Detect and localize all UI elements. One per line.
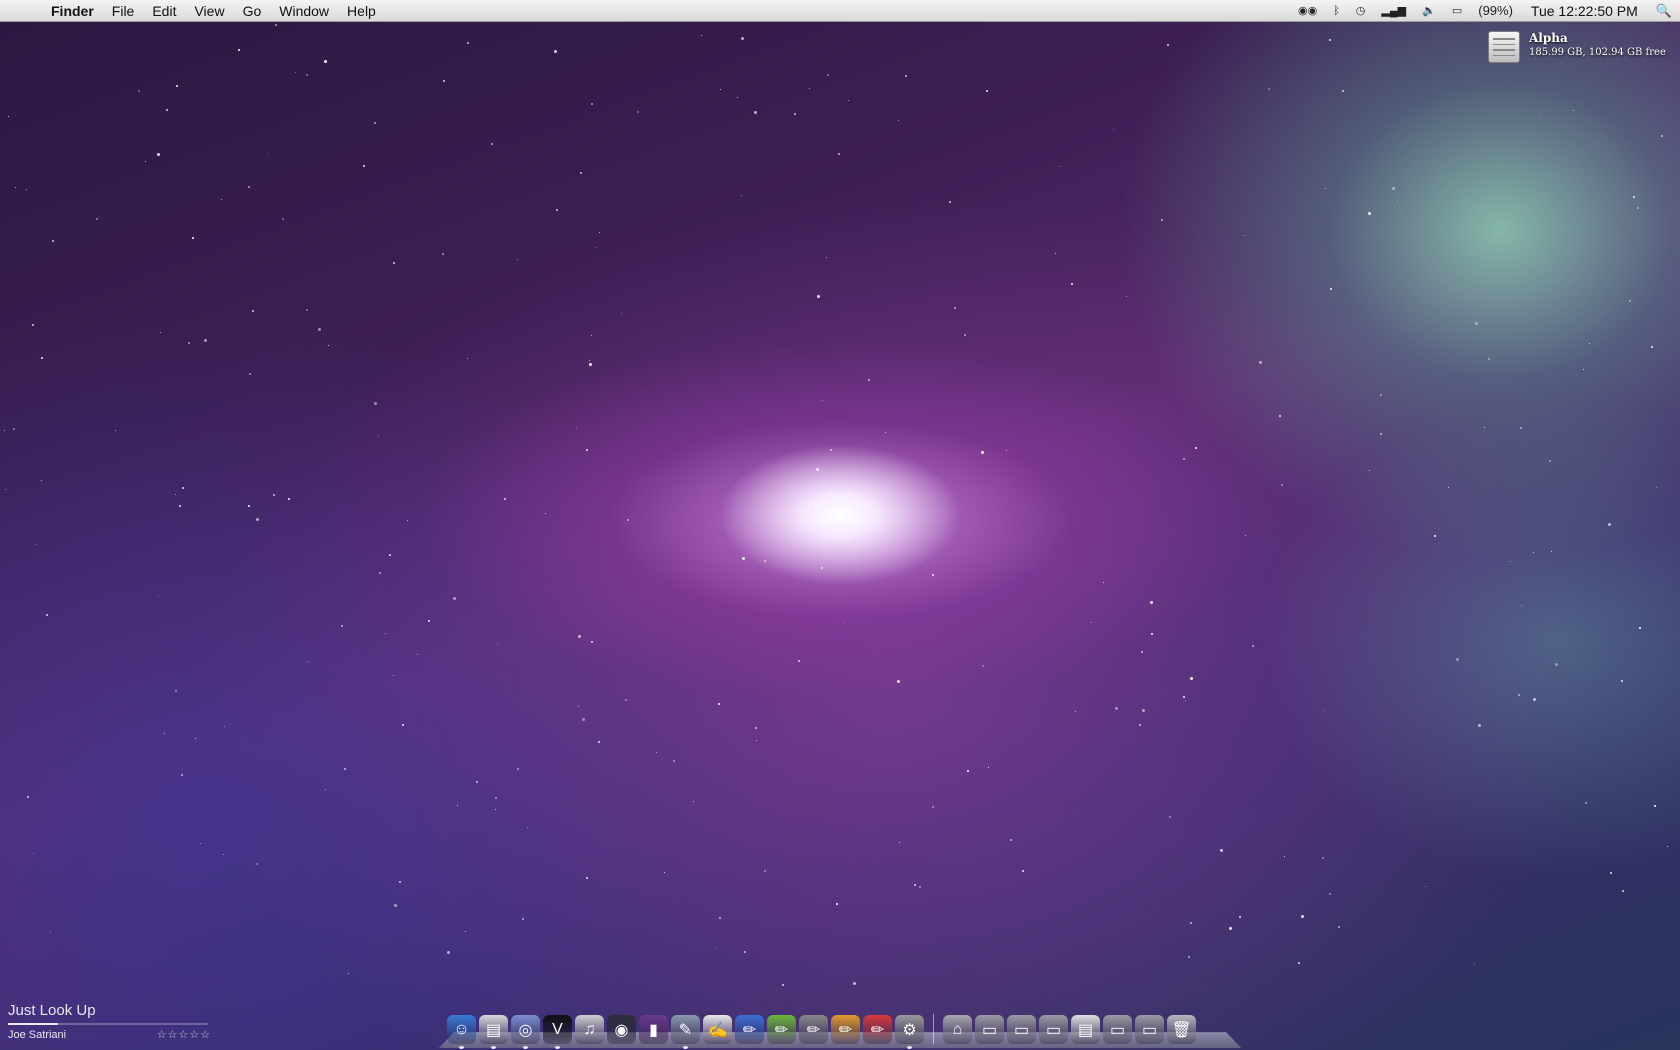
dock-separator <box>933 1014 934 1044</box>
paint-brush-icon[interactable]: ✎ <box>671 1015 700 1049</box>
volume-icon[interactable]: 🔈 <box>1414 0 1444 22</box>
folder-icon[interactable]: ▭ <box>975 1015 1004 1044</box>
now-playing-widget: Just Look Up Joe Satriani ☆☆☆☆☆ <box>8 1002 211 1041</box>
orange-pencil-icon[interactable]: ✏ <box>831 1015 860 1044</box>
bluetooth-icon[interactable]: ᛒ <box>1325 0 1348 22</box>
menu-help[interactable]: Help <box>338 0 385 22</box>
folder-icon[interactable]: ▭ <box>1007 1015 1036 1044</box>
folder-icon[interactable]: ▭ <box>1135 1015 1164 1044</box>
folder-icon[interactable]: ▭ <box>1103 1015 1132 1044</box>
red-pencil-icon[interactable]: ✏ <box>863 1015 892 1044</box>
battery-icon[interactable]: ▭ <box>1444 0 1470 22</box>
gray-pencil-icon[interactable]: ✏ <box>799 1015 828 1044</box>
safari-icon[interactable]: ◎ <box>511 1015 540 1049</box>
artist-name: Joe Satriani <box>8 1028 67 1041</box>
green-pencil-icon[interactable]: ✏ <box>767 1015 796 1044</box>
track-title[interactable]: Just Look Up <box>8 1002 208 1019</box>
battery-percentage[interactable]: (99%) <box>1470 0 1521 22</box>
app-menu-finder[interactable]: Finder <box>42 0 103 22</box>
menu-go[interactable]: Go <box>234 0 271 22</box>
documents-stack-icon[interactable]: ▤ <box>1071 1015 1100 1044</box>
wifi-signal-icon[interactable]: ▂▄▆ <box>1373 0 1414 22</box>
dock: ☺ ▤ ◎ V ♫ ◉ ▮ ✎ ✍ ✏ ✏ ✏ ✏ ✏ ⚙ ⌂ ▭ ▭ ▭ ▤ ▭ ▭ 🗑 <box>439 1004 1241 1049</box>
status-area: ◉◉ ᛒ ◷ ▂▄▆ 🔈 ▭ (99%) Tue 12:22:50 PM 🔍 <box>1290 0 1680 22</box>
desktop: { "menubar": { "apple_icon": "apple-logo… <box>0 0 1680 1050</box>
folder-icon[interactable]: ▭ <box>1039 1015 1068 1044</box>
desktop-disk-alpha[interactable]: Alpha 185.99 GB, 102.94 GB free <box>1488 31 1666 63</box>
trash-icon[interactable]: 🗑 <box>1167 1015 1196 1044</box>
headphones-icon[interactable]: ♫ <box>575 1015 604 1044</box>
menu-view[interactable]: View <box>185 0 233 22</box>
remote-access-icon[interactable]: ◉◉ <box>1290 0 1325 22</box>
menu-file[interactable]: File <box>103 0 144 22</box>
menu-window[interactable]: Window <box>270 0 338 22</box>
menu-clock[interactable]: Tue 12:22:50 PM <box>1521 3 1648 19</box>
system-preferences-icon[interactable]: ⚙ <box>895 1015 924 1049</box>
disk-name: Alpha <box>1529 31 1568 45</box>
wallpaper-stars <box>0 0 1680 1050</box>
blue-pencil-icon[interactable]: ✏ <box>735 1015 764 1044</box>
document-icon[interactable]: ✍ <box>703 1015 732 1044</box>
track-progress[interactable] <box>8 1023 208 1025</box>
disk-info: 185.99 GB, 102.94 GB free <box>1529 47 1666 58</box>
newspaper-icon[interactable]: ▤ <box>479 1015 508 1049</box>
rating-stars[interactable]: ☆☆☆☆☆ <box>157 1028 211 1041</box>
menu-edit[interactable]: Edit <box>143 0 185 22</box>
finder-icon[interactable]: ☺ <box>447 1015 476 1049</box>
camera-icon[interactable]: ◉ <box>607 1015 636 1044</box>
app-icon[interactable]: ▮ <box>639 1015 668 1044</box>
hard-drive-icon <box>1488 31 1520 63</box>
menu-bar: Finder File Edit View Go Window Help ◉◉ ᛒ ◷ ▂▄▆ 🔈… <box>0 0 1680 22</box>
spotlight-search-icon[interactable]: 🔍 <box>1648 0 1680 22</box>
time-machine-icon[interactable]: ◷ <box>1348 0 1374 22</box>
tuxedo-app-icon[interactable]: V <box>543 1015 572 1049</box>
home-folder-icon[interactable]: ⌂ <box>943 1015 972 1044</box>
